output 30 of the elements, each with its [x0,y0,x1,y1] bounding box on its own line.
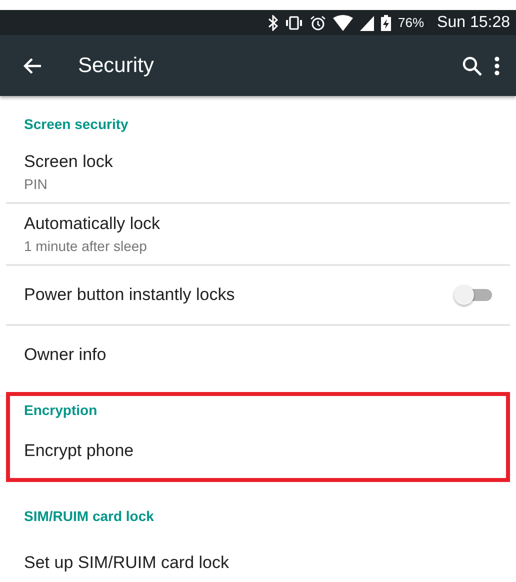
item-title: Encrypt phone [24,441,135,461]
item-title: Owner info [24,345,108,365]
item-title: Screen lock [24,152,114,172]
battery-percent: 76% [398,15,424,30]
item-summary: 1 minute after sleep [24,238,148,254]
alarm-icon [310,14,326,30]
settings-item[interactable]: Screen lock PIN [6,142,510,202]
vibrate-icon [285,14,304,30]
section-header: SIM/RUIM card lock [23,507,155,526]
item-title: Set up SIM/RUIM card lock [24,553,230,573]
settings-item[interactable]: Automatically lock 1 minute after sleep [6,204,510,264]
clock-time: Sun 15:28 [437,14,510,32]
item-title: Power button instantly locks [24,285,235,305]
settings-item[interactable]: Owner info [6,326,510,384]
item-summary: PIN [24,176,48,192]
bluetooth-icon [268,14,278,30]
battery-icon [381,14,392,30]
settings-item[interactable]: Set up SIM/RUIM card lock [6,534,510,582]
wifi-icon [333,14,354,30]
settings-item[interactable]: Encrypt phone [10,428,506,474]
more-options-icon [494,56,500,76]
screen-title: Security [78,54,155,78]
section-header: Screen security [23,115,130,134]
search-icon [462,56,482,76]
settings-item[interactable]: Power button instantly locks [6,266,510,324]
signal-icon [360,14,374,30]
toggle-switch[interactable] [454,284,492,306]
section-header: Encryption [23,401,98,420]
back-arrow-icon [22,56,42,74]
item-title: Automatically lock [24,214,162,234]
